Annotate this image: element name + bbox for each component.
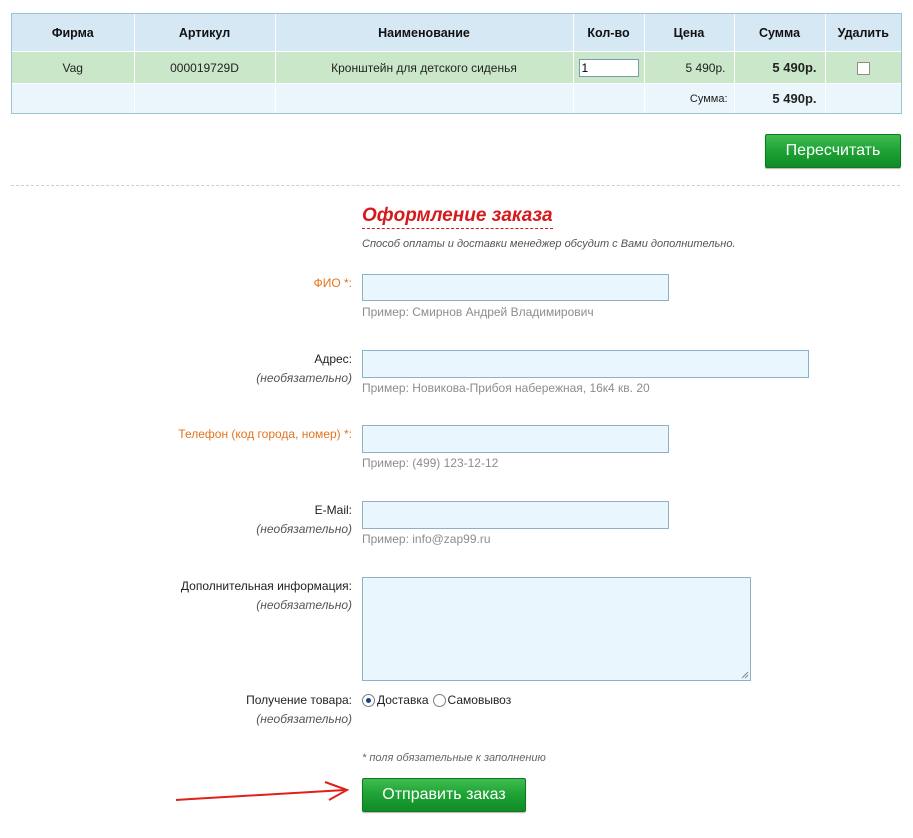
recalculate-button[interactable]: Пересчитать — [765, 134, 901, 168]
fio-label: ФИО *: — [313, 276, 352, 290]
address-field[interactable] — [362, 350, 809, 378]
total-row: Сумма: 5 490р. — [12, 83, 901, 113]
email-hint: Пример: info@zap99.ru — [362, 532, 491, 546]
email-optional: (необязательно) — [256, 522, 352, 536]
pickup-radio[interactable] — [432, 693, 446, 707]
delivery-radio-group: Доставка Самовывоз — [362, 693, 515, 707]
table-row: Vag 000019729D Кронштейн для детского си… — [12, 51, 901, 84]
col-article: Артикул — [134, 14, 276, 52]
delete-checkbox[interactable] — [856, 61, 870, 75]
extra-label: Дополнительная информация: — [180, 579, 352, 593]
delivery-label: Получение товара: — [246, 693, 352, 707]
resize-handle-icon[interactable] — [741, 671, 749, 679]
address-optional: (необязательно) — [256, 371, 352, 385]
divider — [11, 185, 900, 186]
col-name: Наименование — [275, 14, 574, 52]
cell-delete — [825, 51, 901, 84]
phone-label: Телефон (код города, номер) *: — [178, 427, 352, 441]
pickup-option-label[interactable]: Самовывоз — [448, 693, 512, 707]
col-price: Цена — [644, 14, 735, 52]
form-subtitle: Способ оплаты и доставки менеджер обсуди… — [362, 238, 736, 250]
total-value: 5 490р. — [734, 83, 826, 113]
delivery-radio[interactable] — [362, 693, 375, 707]
extra-optional: (необязательно) — [256, 598, 352, 612]
cell-firm: Vag — [12, 51, 135, 84]
delivery-option-label[interactable]: Доставка — [377, 693, 429, 707]
col-firm: Фирма — [12, 14, 135, 52]
cell-qty — [573, 51, 645, 84]
address-label-group: Адрес: (необязательно) — [256, 350, 352, 388]
col-sum: Сумма — [734, 14, 826, 52]
red-arrow-icon — [175, 781, 350, 801]
col-delete: Удалить — [825, 14, 901, 52]
required-fields-note: * поля обязательные к заполнению — [362, 752, 546, 764]
extra-info-textarea[interactable] — [362, 577, 751, 681]
cart-table: Фирма Артикул Наименование Кол-во Цена С… — [11, 13, 902, 114]
email-label: E-Mail: — [314, 503, 352, 517]
submit-order-button[interactable]: Отправить заказ — [362, 778, 526, 812]
cell-price: 5 490р. — [644, 51, 735, 84]
total-label: Сумма: — [644, 83, 735, 113]
delivery-label-group: Получение товара: (необязательно) — [246, 691, 352, 729]
email-label-group: E-Mail: (необязательно) — [256, 501, 352, 539]
address-label: Адрес: — [314, 352, 352, 366]
address-hint: Пример: Новикова-Прибоя набережная, 16к4… — [362, 381, 650, 395]
cell-article: 000019729D — [134, 51, 276, 84]
quantity-input[interactable] — [578, 58, 639, 77]
fio-hint: Пример: Смирнов Андрей Владимирович — [362, 305, 594, 319]
phone-hint: Пример: (499) 123-12-12 — [362, 456, 499, 470]
extra-label-group: Дополнительная информация: (необязательн… — [181, 577, 352, 615]
cart-header-row: Фирма Артикул Наименование Кол-во Цена С… — [12, 14, 901, 52]
fio-field[interactable] — [362, 274, 669, 301]
cell-sum: 5 490р. — [734, 51, 826, 84]
email-field[interactable] — [362, 501, 669, 529]
delivery-optional: (необязательно) — [256, 712, 352, 726]
col-qty: Кол-во — [573, 14, 645, 52]
form-title: Оформление заказа — [362, 205, 553, 229]
cell-name: Кронштейн для детского сиденья — [275, 51, 574, 84]
phone-field[interactable] — [362, 425, 669, 453]
